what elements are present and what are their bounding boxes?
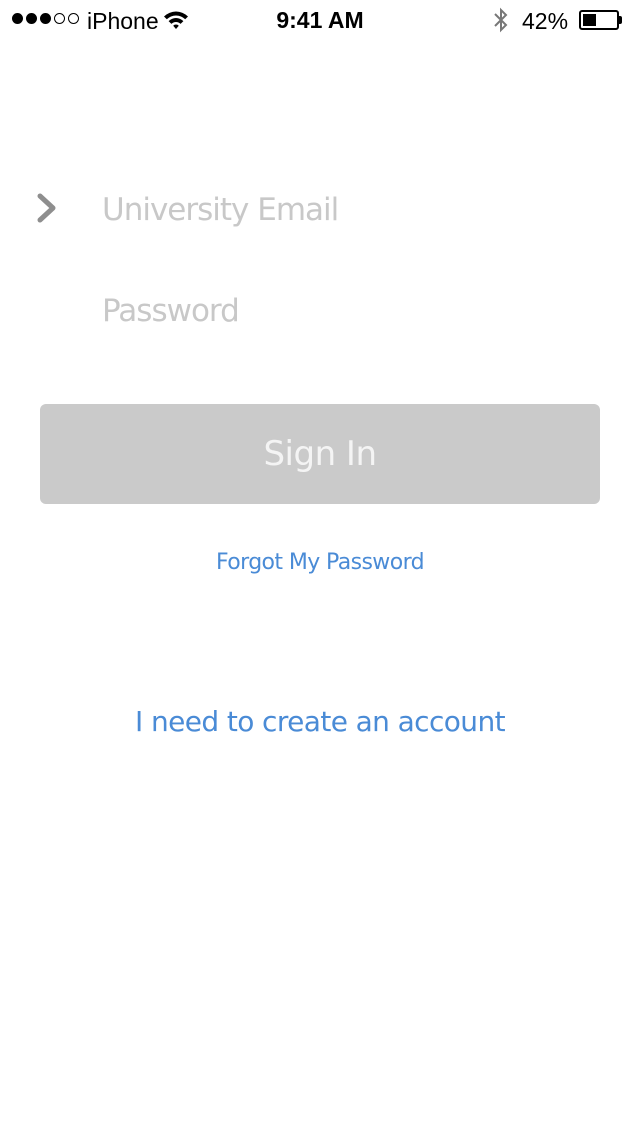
- battery-tip: [619, 16, 622, 24]
- bluetooth-icon: [494, 7, 508, 33]
- battery-icon: [579, 10, 623, 30]
- battery-percentage: 42%: [522, 8, 569, 34]
- chevron-right-icon: [37, 193, 56, 223]
- battery-level-fill: [583, 14, 597, 26]
- battery-body: [579, 10, 619, 30]
- forgot-password-link[interactable]: Forgot My Password: [0, 548, 640, 578]
- create-account-link[interactable]: I need to create an account: [0, 703, 640, 741]
- login-screen: iPhone 9:41 AM 42% Sign In Forgot My Pas…: [0, 0, 640, 1136]
- university-email-input[interactable]: [102, 186, 582, 234]
- password-input[interactable]: [102, 287, 582, 335]
- status-bar: iPhone 9:41 AM 42%: [0, 0, 640, 40]
- sign-in-button[interactable]: Sign In: [40, 404, 600, 504]
